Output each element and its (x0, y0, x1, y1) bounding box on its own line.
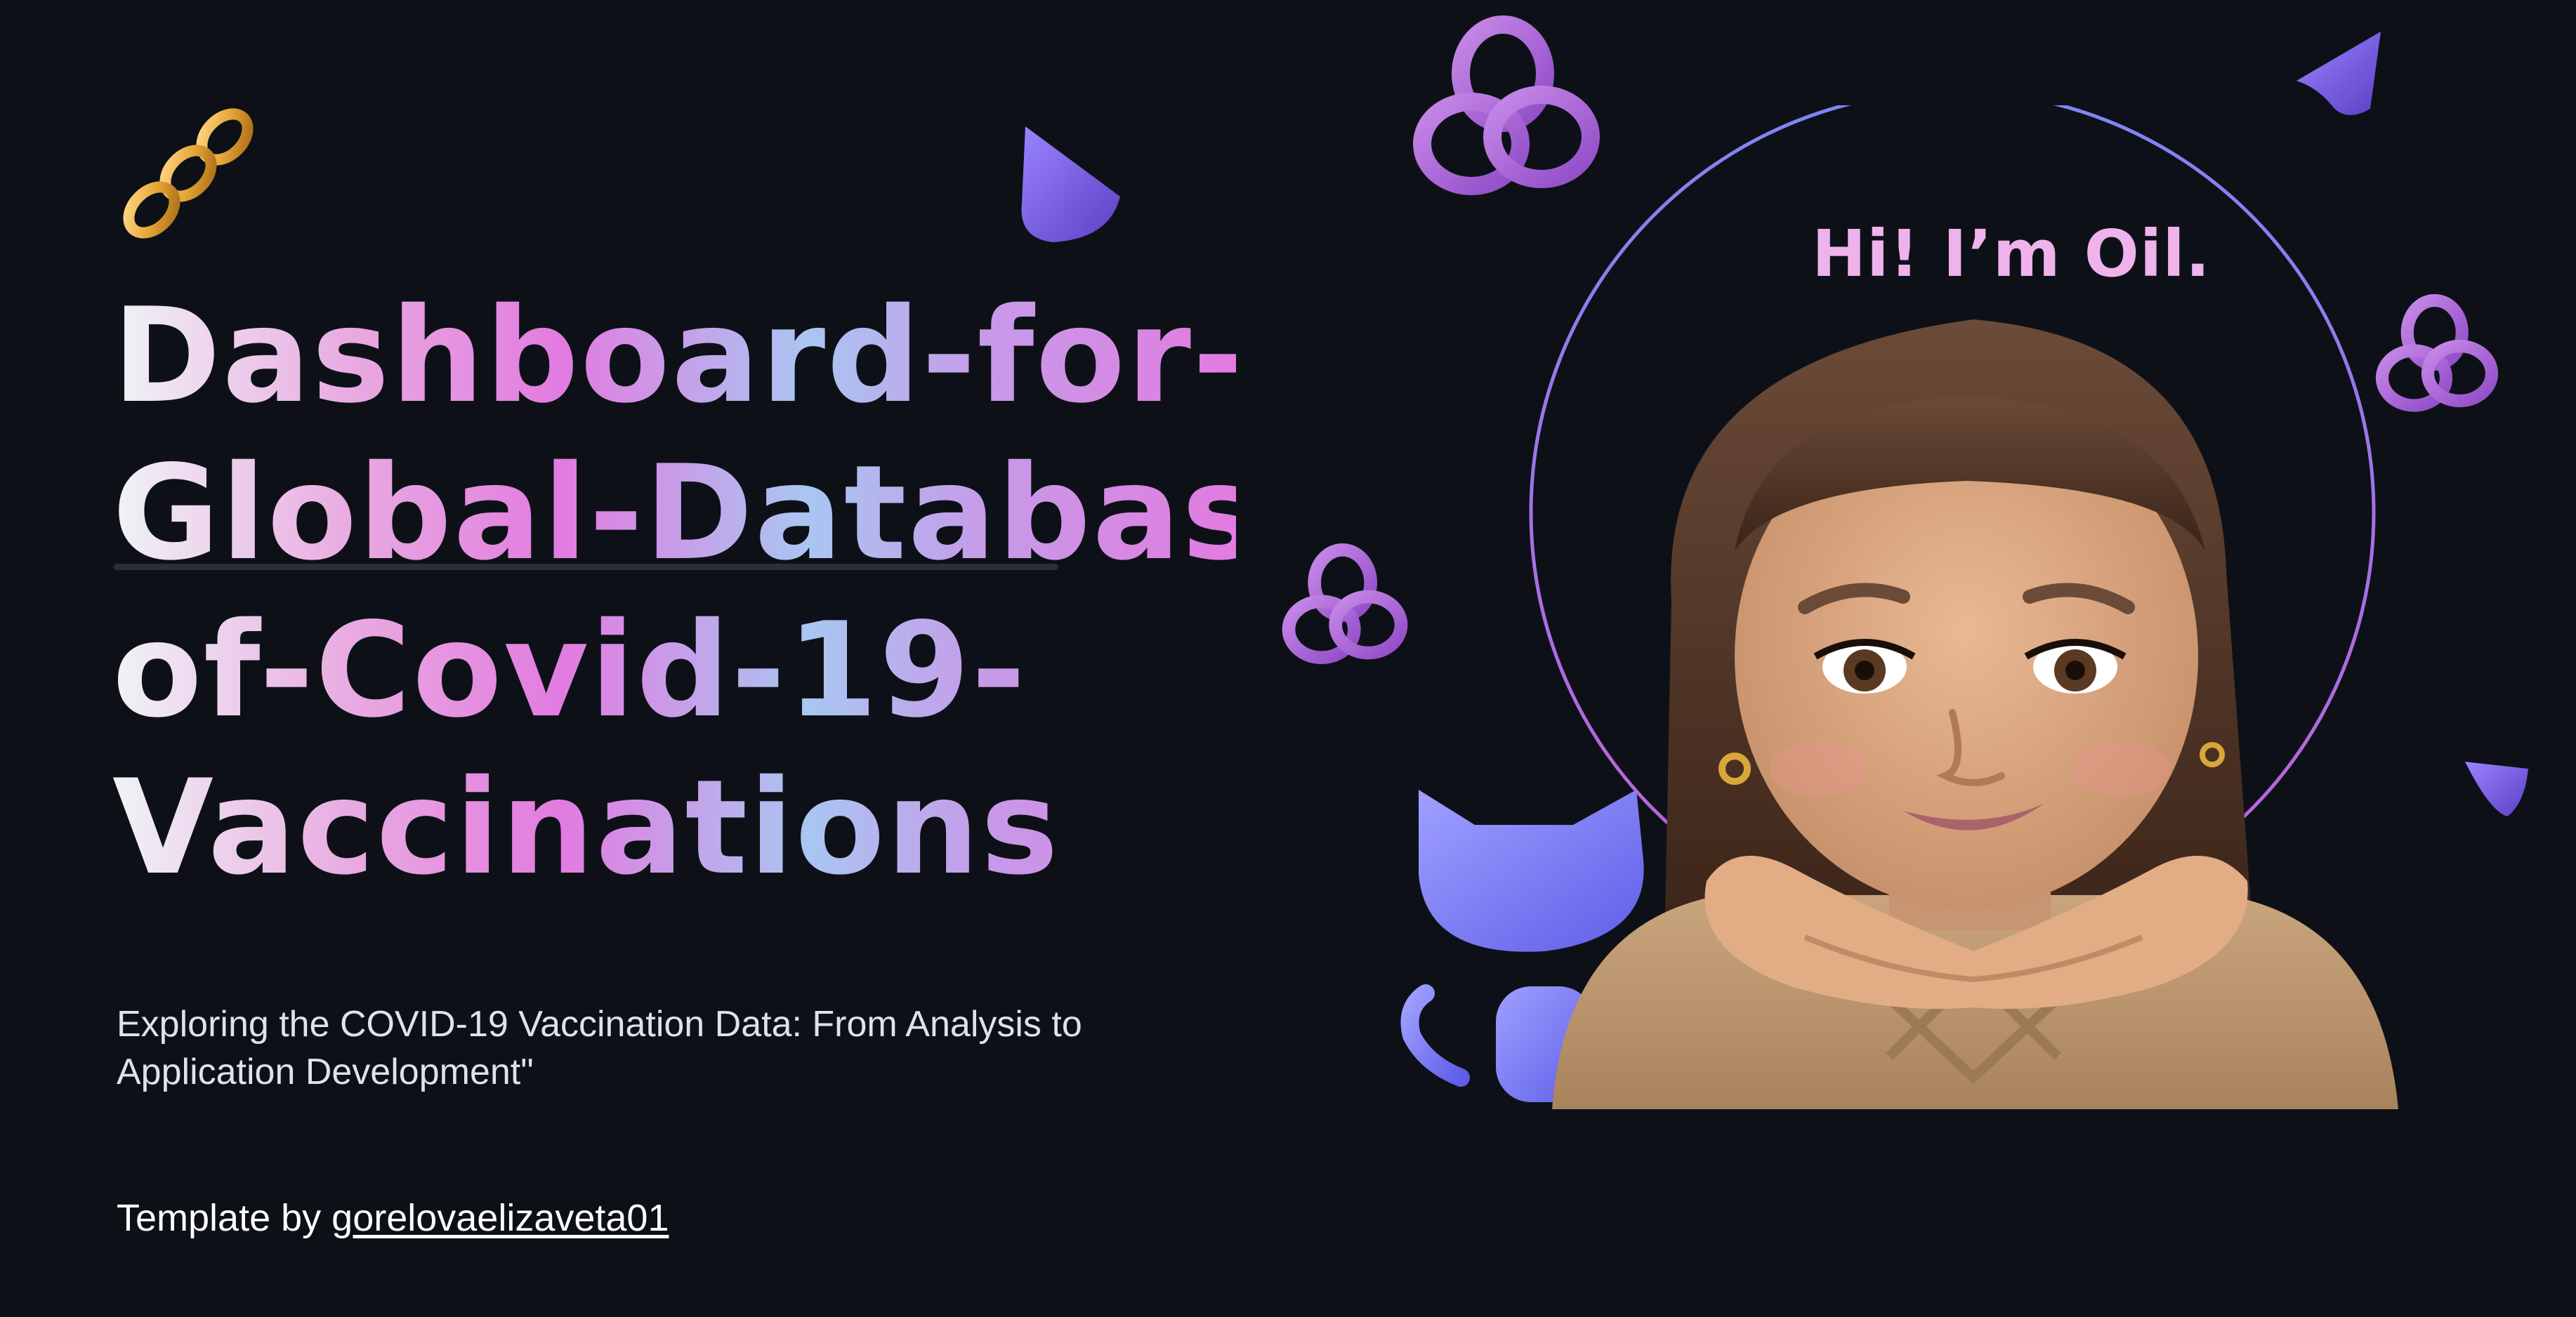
title-line-3: of-Covid-19- (112, 592, 1236, 749)
credit-prefix: Template by (117, 1197, 332, 1239)
template-credit: Template by gorelovaelizaveta01 (117, 1193, 669, 1243)
title-line-1: Dashboard-for-A- (112, 277, 1405, 435)
greeting-text: Hi! I’m Oil. (1812, 216, 2211, 291)
gold-chain-icon (123, 108, 254, 239)
purple-cone-icon (1021, 126, 1120, 242)
page-title: Dashboard-for-A- Global-Database- of-Cov… (112, 277, 1405, 906)
avatar-memoji (1552, 319, 2398, 1109)
author-link[interactable]: gorelovaelizaveta01 (331, 1197, 669, 1239)
purple-cone-icon-tiny (2465, 762, 2528, 816)
title-underline (114, 564, 1058, 570)
subtitle: Exploring the COVID-19 Vaccination Data:… (117, 1004, 1082, 1092)
title-line-4: Vaccinations (112, 749, 1236, 906)
